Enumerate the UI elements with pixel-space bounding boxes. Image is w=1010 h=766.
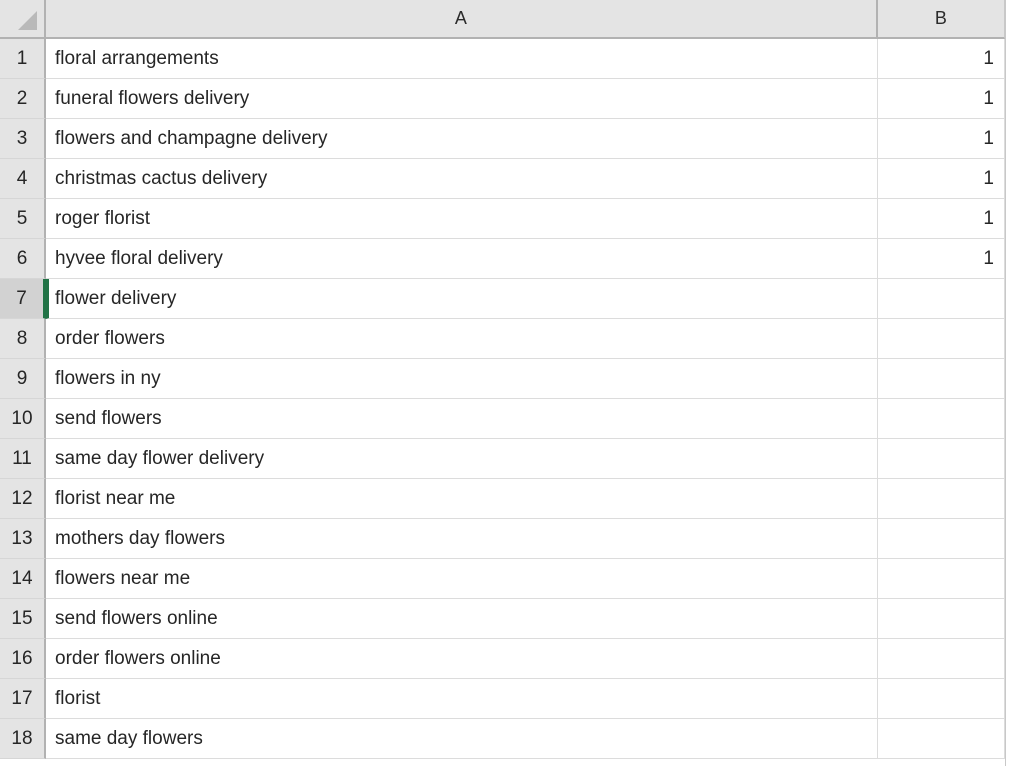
column-header-filler <box>1005 0 1010 39</box>
column-header-a[interactable]: A <box>46 0 878 39</box>
cell-A16[interactable]: order flowers online <box>46 639 878 679</box>
row-header-2[interactable]: 2 <box>0 79 46 119</box>
row-header-17[interactable]: 17 <box>0 679 46 719</box>
row-filler <box>1005 679 1010 719</box>
cell-A15[interactable]: send flowers online <box>46 599 878 639</box>
row-header-7[interactable]: 7 <box>0 279 46 319</box>
row-filler <box>1005 319 1010 359</box>
row-filler <box>1005 39 1010 79</box>
row-header-8[interactable]: 8 <box>0 319 46 359</box>
row-filler <box>1005 519 1010 559</box>
table-row: 9 flowers in ny <box>0 359 1010 399</box>
cell-B12[interactable] <box>878 479 1005 519</box>
cell-B16[interactable] <box>878 639 1005 679</box>
column-header-row: A B <box>0 0 1010 39</box>
row-filler <box>1005 639 1010 679</box>
cell-B8[interactable] <box>878 319 1005 359</box>
row-header-6[interactable]: 6 <box>0 239 46 279</box>
cell-B4[interactable]: 1 <box>878 159 1005 199</box>
row-header-4[interactable]: 4 <box>0 159 46 199</box>
table-row: 17 florist <box>0 679 1010 719</box>
row-header-18[interactable]: 18 <box>0 719 46 759</box>
cell-B15[interactable] <box>878 599 1005 639</box>
row-filler <box>1005 359 1010 399</box>
table-row: 6 hyvee floral delivery 1 <box>0 239 1010 279</box>
cell-A8[interactable]: order flowers <box>46 319 878 359</box>
cell-A10[interactable]: send flowers <box>46 399 878 439</box>
cell-A6[interactable]: hyvee floral delivery <box>46 239 878 279</box>
cell-A1[interactable]: floral arrangements <box>46 39 878 79</box>
cell-B6[interactable]: 1 <box>878 239 1005 279</box>
select-all-triangle-icon <box>18 11 37 30</box>
cell-A4[interactable]: christmas cactus delivery <box>46 159 878 199</box>
table-row: 14 flowers near me <box>0 559 1010 599</box>
table-row: 13 mothers day flowers <box>0 519 1010 559</box>
cell-B2[interactable]: 1 <box>878 79 1005 119</box>
cell-B3[interactable]: 1 <box>878 119 1005 159</box>
row-header-9[interactable]: 9 <box>0 359 46 399</box>
cell-A17[interactable]: florist <box>46 679 878 719</box>
cell-A2[interactable]: funeral flowers delivery <box>46 79 878 119</box>
row-header-5[interactable]: 5 <box>0 199 46 239</box>
table-row: 1 floral arrangements 1 <box>0 39 1010 79</box>
cell-A12[interactable]: florist near me <box>46 479 878 519</box>
cell-A18[interactable]: same day flowers <box>46 719 878 759</box>
cell-A9[interactable]: flowers in ny <box>46 359 878 399</box>
row-header-13[interactable]: 13 <box>0 519 46 559</box>
cell-B1[interactable]: 1 <box>878 39 1005 79</box>
cell-B9[interactable] <box>878 359 1005 399</box>
cell-A14[interactable]: flowers near me <box>46 559 878 599</box>
table-row: 18 same day flowers <box>0 719 1010 759</box>
row-filler <box>1005 439 1010 479</box>
cell-A3[interactable]: flowers and champagne delivery <box>46 119 878 159</box>
row-filler <box>1005 399 1010 439</box>
select-all-button[interactable] <box>0 0 46 39</box>
row-filler <box>1005 479 1010 519</box>
row-header-3[interactable]: 3 <box>0 119 46 159</box>
cell-B13[interactable] <box>878 519 1005 559</box>
cell-B11[interactable] <box>878 439 1005 479</box>
cell-B18[interactable] <box>878 719 1005 759</box>
cell-A11[interactable]: same day flower delivery <box>46 439 878 479</box>
table-row: 12 florist near me <box>0 479 1010 519</box>
row-header-10[interactable]: 10 <box>0 399 46 439</box>
row-filler <box>1005 159 1010 199</box>
cell-B10[interactable] <box>878 399 1005 439</box>
cell-B17[interactable] <box>878 679 1005 719</box>
sheet-rows: 1 floral arrangements 1 2 funeral flowers de… <box>0 39 1010 759</box>
row-header-1[interactable]: 1 <box>0 39 46 79</box>
table-row: 2 funeral flowers delivery 1 <box>0 79 1010 119</box>
row-header-14[interactable]: 14 <box>0 559 46 599</box>
row-header-15[interactable]: 15 <box>0 599 46 639</box>
table-row: 16 order flowers online <box>0 639 1010 679</box>
row-filler <box>1005 559 1010 599</box>
table-row: 11 same day flower delivery <box>0 439 1010 479</box>
row-filler <box>1005 119 1010 159</box>
table-row: 5 roger florist 1 <box>0 199 1010 239</box>
column-header-b[interactable]: B <box>878 0 1005 39</box>
cell-A5[interactable]: roger florist <box>46 199 878 239</box>
table-row: 10 send flowers <box>0 399 1010 439</box>
table-row: 3 flowers and champagne delivery 1 <box>0 119 1010 159</box>
spreadsheet-grid: A B 1 floral arrangements 1 2 funeral flower… <box>0 0 1010 766</box>
row-filler <box>1005 279 1010 319</box>
cell-A13[interactable]: mothers day flowers <box>46 519 878 559</box>
row-filler <box>1005 199 1010 239</box>
table-row: 4 christmas cactus delivery 1 <box>0 159 1010 199</box>
cell-B14[interactable] <box>878 559 1005 599</box>
row-header-16[interactable]: 16 <box>0 639 46 679</box>
row-filler <box>1005 79 1010 119</box>
table-row: 8 order flowers <box>0 319 1010 359</box>
row-filler <box>1005 239 1010 279</box>
row-filler <box>1005 719 1010 759</box>
table-row: 15 send flowers online <box>0 599 1010 639</box>
row-header-11[interactable]: 11 <box>0 439 46 479</box>
cell-B7[interactable] <box>878 279 1005 319</box>
cell-A7[interactable]: flower delivery <box>46 279 878 319</box>
row-filler <box>1005 599 1010 639</box>
cell-B5[interactable]: 1 <box>878 199 1005 239</box>
row-header-12[interactable]: 12 <box>0 479 46 519</box>
table-row: 7 flower delivery <box>0 279 1010 319</box>
